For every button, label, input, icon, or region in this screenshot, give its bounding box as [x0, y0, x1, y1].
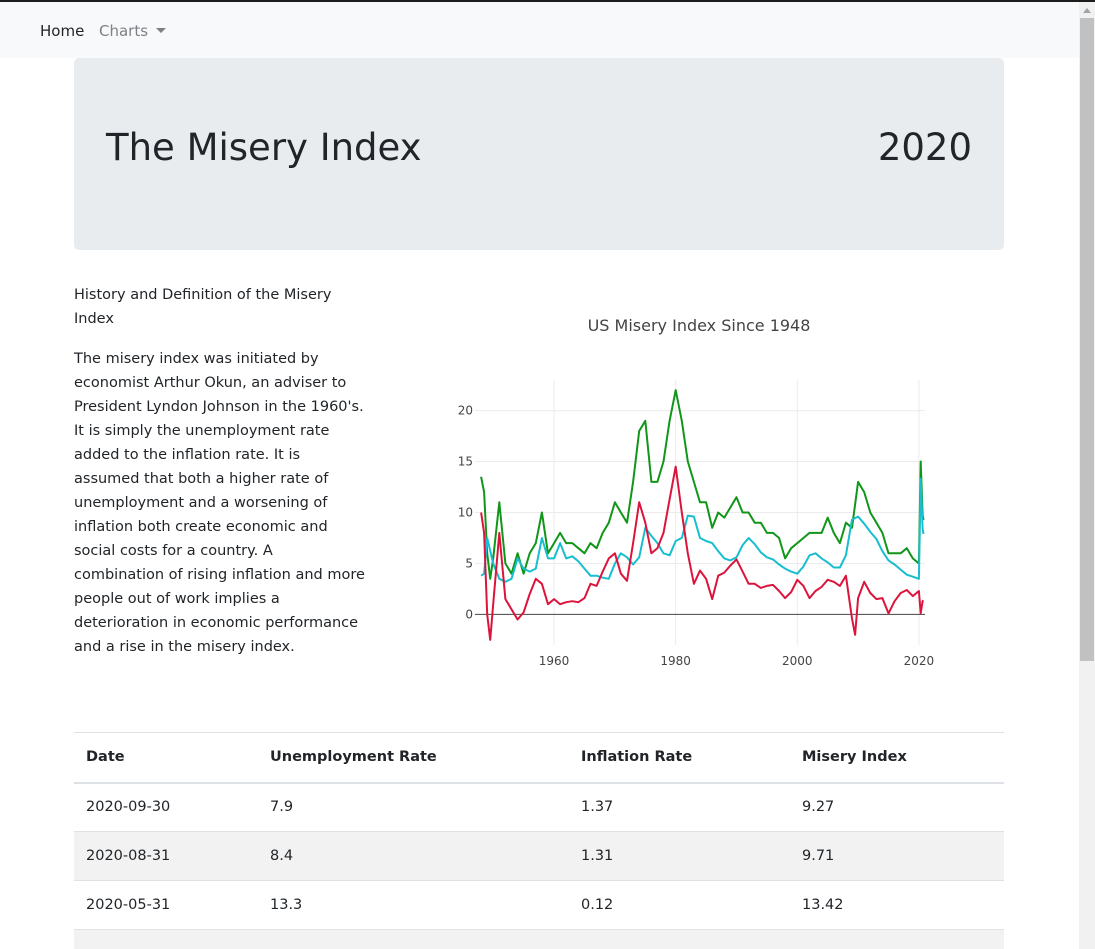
header-unemployment[interactable]: Unemployment Rate — [258, 732, 569, 784]
x-tick-label: 2000 — [782, 654, 813, 668]
chevron-down-icon — [156, 28, 167, 33]
nav-home-link[interactable]: Home — [40, 22, 84, 40]
cell-misery: 13.42 — [790, 880, 1004, 930]
cell-inflation: 1.37 — [569, 782, 790, 832]
y-tick-label: 10 — [458, 506, 473, 520]
table-row: 2020-09-30 7.9 1.37 9.27 — [74, 782, 1004, 832]
y-tick-label: 5 — [465, 556, 473, 570]
series-line-0 — [480, 389, 925, 580]
nav-charts-dropdown[interactable]: Charts — [99, 22, 167, 40]
cell-unemployment — [258, 929, 569, 949]
table-row: 2020-05-31 13.3 0.12 13.42 — [74, 880, 1004, 930]
cell-misery: 9.27 — [790, 782, 1004, 832]
page-scrollbar[interactable] — [1079, 2, 1095, 949]
page-year: 2020 — [877, 126, 972, 169]
cell-date: 2020-08-31 — [74, 831, 258, 881]
cell-unemployment: 8.4 — [258, 831, 569, 881]
chart-svg[interactable]: US Misery Index Since 1948 1960 1980 2000 20… — [440, 300, 960, 680]
intro-body: The misery index was initiated by econom… — [74, 351, 365, 655]
scroll-up-arrow-icon[interactable] — [1083, 8, 1091, 13]
jumbotron: The Misery Index 2020 — [74, 58, 1004, 250]
cell-inflation: 0.12 — [569, 880, 790, 930]
misery-chart[interactable]: US Misery Index Since 1948 1960 1980 2000 20… — [440, 300, 960, 680]
y-tick-label: 20 — [458, 404, 473, 418]
cell-misery — [790, 929, 1004, 949]
cell-date: 2020-09-30 — [74, 782, 258, 832]
table-row: 2020-08-31 8.4 1.31 9.71 — [74, 831, 1004, 881]
data-table-container: Date Unemployment Rate Inflation Rate Mi… — [74, 732, 1004, 949]
navbar: Home Charts — [0, 2, 1079, 58]
data-table: Date Unemployment Rate Inflation Rate Mi… — [74, 732, 1004, 949]
page-title: The Misery Index — [106, 126, 422, 169]
table-header-row: Date Unemployment Rate Inflation Rate Mi… — [74, 732, 1004, 784]
chart-title: US Misery Index Since 1948 — [588, 316, 811, 335]
x-tick-label: 1980 — [660, 654, 691, 668]
header-date[interactable]: Date — [74, 732, 258, 784]
scrollbar-thumb[interactable] — [1080, 18, 1094, 661]
header-inflation[interactable]: Inflation Rate — [569, 732, 790, 784]
cell-inflation — [569, 929, 790, 949]
y-tick-label: 0 — [465, 607, 473, 621]
x-tick-label: 2020 — [904, 654, 935, 668]
x-tick-label: 1960 — [539, 654, 570, 668]
cell-date: 2020-05-31 — [74, 880, 258, 930]
cell-unemployment: 7.9 — [258, 782, 569, 832]
intro-heading: History and Definition of the Misery Ind… — [74, 287, 332, 327]
y-tick-label: 15 — [458, 455, 473, 469]
cell-date — [74, 929, 258, 949]
header-misery[interactable]: Misery Index — [790, 732, 1004, 784]
cell-inflation: 1.31 — [569, 831, 790, 881]
table-row — [74, 929, 1004, 949]
nav-charts-label: Charts — [99, 22, 149, 40]
intro-section: History and Definition of the Misery Ind… — [74, 283, 374, 675]
cell-unemployment: 13.3 — [258, 880, 569, 930]
cell-misery: 9.71 — [790, 831, 1004, 881]
